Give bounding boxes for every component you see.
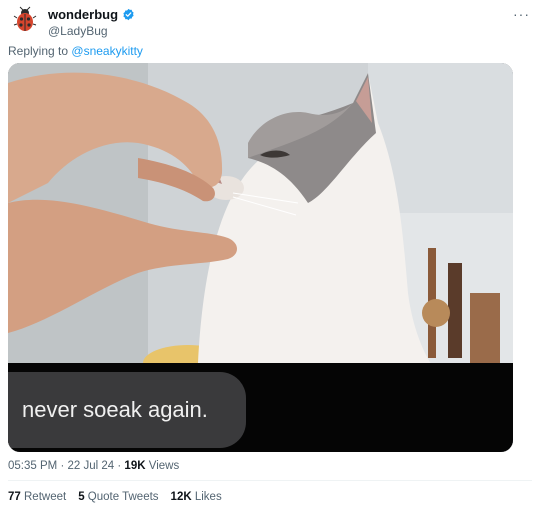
meta-separator: · xyxy=(60,460,65,472)
tweet-time[interactable]: 05:35 PM xyxy=(8,460,57,472)
more-horizontal-icon[interactable]: ··· xyxy=(513,6,530,22)
media-caption-bubble: never soeak again. xyxy=(8,372,246,448)
likes-count: 12K xyxy=(170,491,192,503)
retweets-stat[interactable]: 77 Retweet xyxy=(8,491,66,503)
views-count: 19K xyxy=(124,460,146,472)
retweets-count: 77 xyxy=(8,491,21,503)
verified-badge-icon xyxy=(123,8,134,21)
divider xyxy=(8,480,532,481)
reply-to-link[interactable]: @sneakykitty xyxy=(71,44,143,58)
author-handle[interactable]: @LadyBug xyxy=(48,24,108,38)
retweets-label: Retweet xyxy=(24,491,67,503)
tweet-date[interactable]: 22 Jul 24 xyxy=(67,460,114,472)
quotes-label: Quote Tweets xyxy=(87,491,159,503)
ladybug-icon xyxy=(13,6,37,31)
quotes-stat[interactable]: 5 Quote Tweets xyxy=(78,491,158,503)
likes-label: Likes xyxy=(194,491,222,503)
tweet-meta: 05:35 PM · 22 Jul 24 · 19K Views xyxy=(8,460,179,472)
views-label: Views xyxy=(148,460,180,472)
reply-prefix: Replying to xyxy=(8,44,69,58)
meta-separator: · xyxy=(117,460,122,472)
author-display-name[interactable]: wonderbug xyxy=(48,7,118,22)
tweet-media[interactable]: never soeak again. xyxy=(8,63,513,452)
reply-context: Replying to @sneakykitty xyxy=(8,44,143,58)
engagement-stats: 77 Retweet 5 Quote Tweets 12K Likes xyxy=(8,491,222,503)
quotes-count: 5 xyxy=(78,491,85,503)
avatar[interactable] xyxy=(12,6,38,32)
media-caption: never soeak again. xyxy=(22,397,208,422)
likes-stat[interactable]: 12K Likes xyxy=(171,491,222,503)
tweet-card: wonderbug @LadyBug ··· Replying to @snea… xyxy=(0,0,540,510)
author-name-row: wonderbug xyxy=(48,7,135,22)
